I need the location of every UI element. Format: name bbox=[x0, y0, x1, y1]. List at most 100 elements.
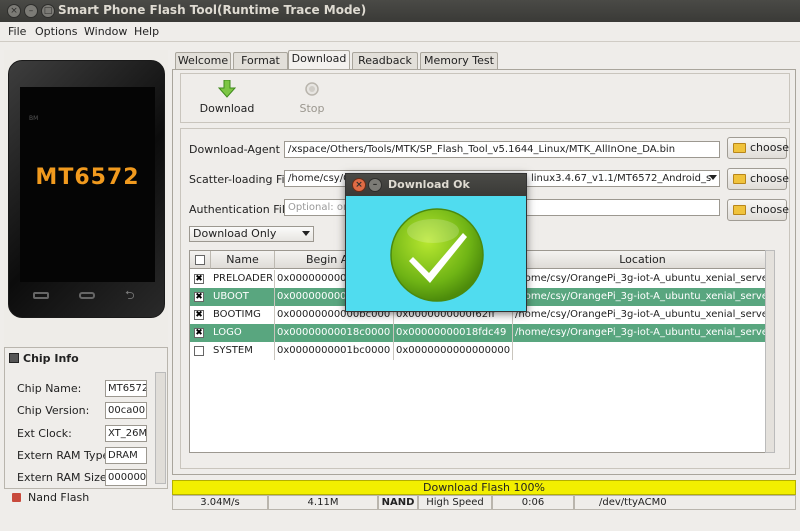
title-bar: × – □ Smart Phone Flash Tool(Runtime Tra… bbox=[0, 0, 800, 22]
minimize-window-icon[interactable]: – bbox=[24, 4, 38, 18]
dropdown-arrow-icon bbox=[302, 231, 310, 236]
close-window-icon[interactable]: × bbox=[7, 4, 21, 18]
choose-label: choose bbox=[750, 203, 789, 216]
folder-icon bbox=[733, 205, 746, 215]
row-name: PRELOADER bbox=[211, 270, 275, 288]
row-location: /home/csy/OrangePi_3g-iot-A_ubuntu_xenia… bbox=[515, 291, 772, 302]
download-mode-select[interactable]: Download Only bbox=[189, 226, 314, 242]
checkmark-icon bbox=[390, 208, 484, 302]
header-checkbox-column[interactable] bbox=[190, 251, 211, 269]
home-key-icon bbox=[79, 292, 95, 299]
chip-name-value: MT6572 bbox=[105, 380, 147, 397]
tab-memory-test[interactable]: Memory Test bbox=[420, 52, 498, 70]
row-checkbox[interactable] bbox=[194, 346, 204, 356]
nand-flash-header: Nand Flash bbox=[4, 489, 168, 507]
stop-button[interactable]: Stop bbox=[287, 80, 337, 115]
dialog-title-bar: × – Download Ok bbox=[346, 174, 526, 196]
row-begin-address: 0x0000000001bc0000 bbox=[275, 342, 394, 360]
table-scrollbar[interactable] bbox=[765, 250, 775, 453]
phone-model-text: MT6572 bbox=[35, 165, 140, 190]
stop-icon bbox=[305, 82, 319, 96]
status-bar: 3.04M/s 4.11M NAND High Speed 0:06 /dev/… bbox=[172, 495, 796, 510]
stop-button-label: Stop bbox=[299, 102, 325, 115]
status-port: /dev/ttyACM0 bbox=[574, 495, 796, 510]
row-checkbox[interactable]: ✖ bbox=[194, 274, 204, 284]
row-location: /home/csy/OrangePi_3g-iot-A_ubuntu_xenia… bbox=[515, 273, 772, 284]
nand-flash-label: Nand Flash bbox=[28, 491, 90, 504]
ext-clock-value: XT_26M bbox=[105, 425, 147, 442]
maximize-window-icon[interactable]: □ bbox=[41, 4, 55, 18]
ram-type-label: Extern RAM Type: bbox=[17, 449, 114, 462]
phone-image: BM MT6572 ⮌ bbox=[8, 60, 165, 318]
back-key-icon: ⮌ bbox=[125, 288, 135, 302]
select-all-checkbox[interactable] bbox=[195, 255, 205, 265]
row-name: SYSTEM bbox=[211, 342, 275, 360]
download-mode-value: Download Only bbox=[193, 227, 277, 240]
menu-file[interactable]: File bbox=[8, 25, 26, 38]
status-size: 4.11M bbox=[268, 495, 378, 510]
nand-flash-icon bbox=[12, 493, 21, 502]
row-checkbox[interactable]: ✖ bbox=[194, 292, 204, 302]
chip-version-value: 00ca00 bbox=[105, 402, 147, 419]
chip-info-scrollbar[interactable] bbox=[155, 372, 166, 484]
window-title: Smart Phone Flash Tool(Runtime Trace Mod… bbox=[58, 3, 367, 17]
auth-file-label: Authentication File bbox=[189, 203, 292, 216]
download-button-label: Download bbox=[199, 102, 255, 115]
tab-download[interactable]: Download bbox=[288, 50, 350, 70]
scatter-file-label: Scatter-loading File bbox=[189, 173, 295, 186]
progress-label: Download Flash 100% bbox=[423, 481, 545, 494]
row-name: UBOOT bbox=[211, 288, 275, 306]
phone-screen: BM MT6572 bbox=[20, 87, 155, 282]
row-end-address: 0x00000000018fdc49 bbox=[394, 324, 513, 342]
row-begin-address: 0x00000000018c0000 bbox=[275, 324, 394, 342]
choose-auth-file-button[interactable]: choose bbox=[727, 199, 789, 221]
choose-download-agent-button[interactable]: choose bbox=[727, 137, 789, 159]
header-name[interactable]: Name bbox=[211, 251, 275, 269]
folder-icon bbox=[733, 174, 746, 184]
menu-help[interactable]: Help bbox=[134, 25, 159, 38]
tab-format[interactable]: Format bbox=[233, 52, 288, 70]
dialog-close-icon[interactable]: × bbox=[352, 178, 366, 192]
table-row[interactable]: SYSTEM 0x0000000001bc0000 0x000000000000… bbox=[190, 342, 772, 360]
dialog-title: Download Ok bbox=[388, 178, 470, 191]
chip-info-header: Chip Info bbox=[9, 352, 79, 365]
download-progress-bar: Download Flash 100% bbox=[172, 480, 796, 495]
header-location[interactable]: Location bbox=[513, 251, 773, 269]
row-name: BOOTIMG bbox=[211, 306, 275, 324]
download-agent-input[interactable]: /xspace/Others/Tools/MTK/SP_Flash_Tool_v… bbox=[284, 141, 720, 158]
chip-info-panel: Chip Info Chip Name: MT6572 Chip Version… bbox=[4, 347, 168, 489]
ext-clock-label: Ext Clock: bbox=[17, 427, 72, 440]
menu-options[interactable]: Options bbox=[35, 25, 77, 38]
tab-welcome[interactable]: Welcome bbox=[175, 52, 231, 70]
choose-label: choose bbox=[750, 172, 789, 185]
status-usb-speed: High Speed bbox=[418, 495, 492, 510]
row-name: LOGO bbox=[211, 324, 275, 342]
ram-size-value: 000000 bbox=[105, 469, 147, 486]
phone-brand: BM bbox=[29, 115, 39, 122]
chip-icon bbox=[9, 353, 19, 363]
download-toolbar: Download Stop bbox=[180, 73, 790, 123]
choose-scatter-file-button[interactable]: choose bbox=[727, 168, 789, 190]
tab-readback[interactable]: Readback bbox=[352, 52, 418, 70]
row-location bbox=[513, 342, 772, 360]
choose-label: choose bbox=[750, 141, 789, 154]
row-checkbox[interactable]: ✖ bbox=[194, 328, 204, 338]
dropdown-arrow-icon bbox=[709, 175, 717, 180]
table-row[interactable]: ✖ LOGO 0x00000000018c0000 0x00000000018f… bbox=[190, 324, 772, 342]
download-button[interactable]: Download bbox=[197, 79, 257, 115]
status-storage-type: NAND bbox=[378, 495, 418, 510]
row-end-address: 0x0000000000000000 bbox=[394, 342, 513, 360]
chip-version-label: Chip Version: bbox=[17, 404, 90, 417]
row-location: /home/csy/OrangePi_3g-iot-A_ubuntu_xenia… bbox=[515, 327, 772, 338]
ram-size-label: Extern RAM Size: bbox=[17, 471, 111, 484]
download-arrow-icon bbox=[217, 79, 237, 98]
menu-bar: File Options Window Help bbox=[0, 22, 800, 42]
download-agent-label: Download-Agent bbox=[189, 143, 280, 156]
row-checkbox[interactable]: ✖ bbox=[194, 310, 204, 320]
chip-info-title: Chip Info bbox=[23, 352, 79, 365]
menu-key-icon bbox=[33, 292, 49, 299]
menu-window[interactable]: Window bbox=[84, 25, 127, 38]
dialog-minimize-icon[interactable]: – bbox=[368, 178, 382, 192]
scatter-file-value-tail: linux3.4.67_v1.1/MT6572_Android_s bbox=[531, 173, 712, 184]
row-location: /home/csy/OrangePi_3g-iot-A_ubuntu_xenia… bbox=[515, 309, 772, 320]
